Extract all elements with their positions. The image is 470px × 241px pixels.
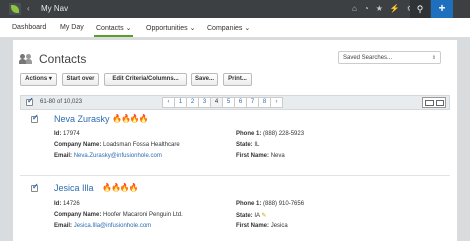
- nav-item-opportunities[interactable]: Opportunities ⌄: [146, 24, 195, 32]
- select-all-checkbox[interactable]: ✓: [26, 96, 34, 106]
- field-company: Company Name: Loadsman Fossa Healthcare: [54, 142, 180, 148]
- contact-name-link[interactable]: Jesica Illa: [54, 183, 94, 193]
- checkmark-icon: ✓: [27, 96, 34, 105]
- contacts-panel: Contacts Saved Searches... ⇕ Actions ▾ S…: [13, 40, 457, 241]
- score-flames-icon: 🔥🔥🔥🔥: [112, 114, 149, 123]
- main-nav: Dashboard My Day Contacts ⌄ Opportunitie…: [0, 18, 470, 38]
- print-button[interactable]: Print...: [223, 73, 252, 86]
- record-checkbox[interactable]: ✓: [31, 182, 39, 192]
- clock-icon[interactable]: ◔: [364, 4, 369, 13]
- field-state: State: IA ✎: [236, 213, 267, 219]
- start-over-button[interactable]: Start over: [62, 73, 99, 86]
- field-company: Company Name: Hoofer Macaroni Penguin Lt…: [54, 212, 183, 218]
- nav-collapse-icon[interactable]: ‹: [27, 4, 30, 13]
- page-next-button[interactable]: ›: [270, 97, 283, 108]
- actions-button[interactable]: Actions ▾: [20, 73, 57, 86]
- save-button[interactable]: Save...: [191, 73, 218, 86]
- active-tab-indicator: [94, 35, 133, 37]
- field-phone: Phone 1: (888) 910-7656: [236, 201, 305, 207]
- nav-item-my-day[interactable]: My Day: [60, 24, 84, 31]
- saved-searches-value: Saved Searches...: [343, 55, 393, 61]
- field-first-name: First Name: Jesica: [236, 223, 288, 229]
- field-id: Id: 14726: [54, 201, 80, 207]
- results-range: 61-80 of 10,023: [40, 99, 83, 105]
- field-id: Id: 17974: [54, 131, 80, 137]
- home-icon[interactable]: ⌂: [352, 4, 357, 13]
- email-link[interactable]: Neva.Zurasky@infusionhole.com: [74, 153, 162, 159]
- record-checkbox[interactable]: ✓: [31, 113, 39, 123]
- field-phone: Phone 1: (888) 228-5923: [236, 131, 305, 137]
- nav-item-contacts[interactable]: Contacts ⌄: [96, 24, 131, 32]
- edit-pencil-icon[interactable]: ✎: [261, 213, 266, 219]
- contacts-icon: [19, 54, 33, 64]
- list-view-icon[interactable]: [425, 100, 434, 106]
- field-email: Email: Jesica.Illa@infusionhole.com: [54, 223, 152, 229]
- nav-item-dashboard[interactable]: Dashboard: [12, 24, 46, 31]
- email-link[interactable]: Jesica.Illa@infusionhole.com: [74, 223, 151, 229]
- select-arrows-icon: ⇕: [431, 55, 436, 61]
- star-icon[interactable]: ★: [376, 4, 383, 13]
- column-view-icon[interactable]: [436, 100, 444, 106]
- contact-record: ✓ Jesica Illa 🔥🔥🔥🔥 Id: 14726 Company Nam…: [20, 181, 450, 241]
- search-icon: ⚲: [416, 4, 424, 14]
- checkmark-icon: ✓: [32, 182, 39, 191]
- add-button[interactable]: +: [431, 0, 453, 18]
- activity-icon[interactable]: ⚡: [390, 4, 400, 13]
- page-title: Contacts: [39, 52, 87, 66]
- field-first-name: First Name: Neva: [236, 153, 285, 159]
- list-header-bar: ✓ 61-80 of 10,023 ‹ 1 2 3 4 5 6 7 8 ›: [20, 95, 450, 110]
- view-toggle[interactable]: [422, 97, 446, 108]
- checkmark-icon: ✓: [32, 113, 39, 122]
- plus-icon: +: [438, 1, 446, 15]
- field-state: State: IL: [236, 142, 260, 148]
- nav-item-companies[interactable]: Companies ⌄: [207, 24, 250, 32]
- saved-searches-select[interactable]: Saved Searches... ⇕: [338, 51, 441, 64]
- search-button[interactable]: ⚲: [410, 0, 430, 18]
- field-email: Email: Neva.Zurasky@infusionhole.com: [54, 153, 162, 159]
- app-title: My Nav: [41, 4, 69, 13]
- top-bar: ‹ My Nav ⌂ ◔ ★ ⚡ ⚙ ⚲ +: [0, 0, 470, 18]
- edit-criteria-button[interactable]: Edit Criteria/Columns...: [104, 73, 187, 86]
- app-logo-icon[interactable]: [9, 3, 21, 15]
- contact-record: ✓ Neva Zurasky 🔥🔥🔥🔥 Id: 17974 Company Na…: [20, 112, 450, 176]
- score-flames-icon: 🔥🔥🔥🔥: [102, 183, 139, 192]
- pagination: ‹ 1 2 3 4 5 6 7 8 ›: [162, 97, 283, 108]
- contact-name-link[interactable]: Neva Zurasky: [54, 114, 110, 124]
